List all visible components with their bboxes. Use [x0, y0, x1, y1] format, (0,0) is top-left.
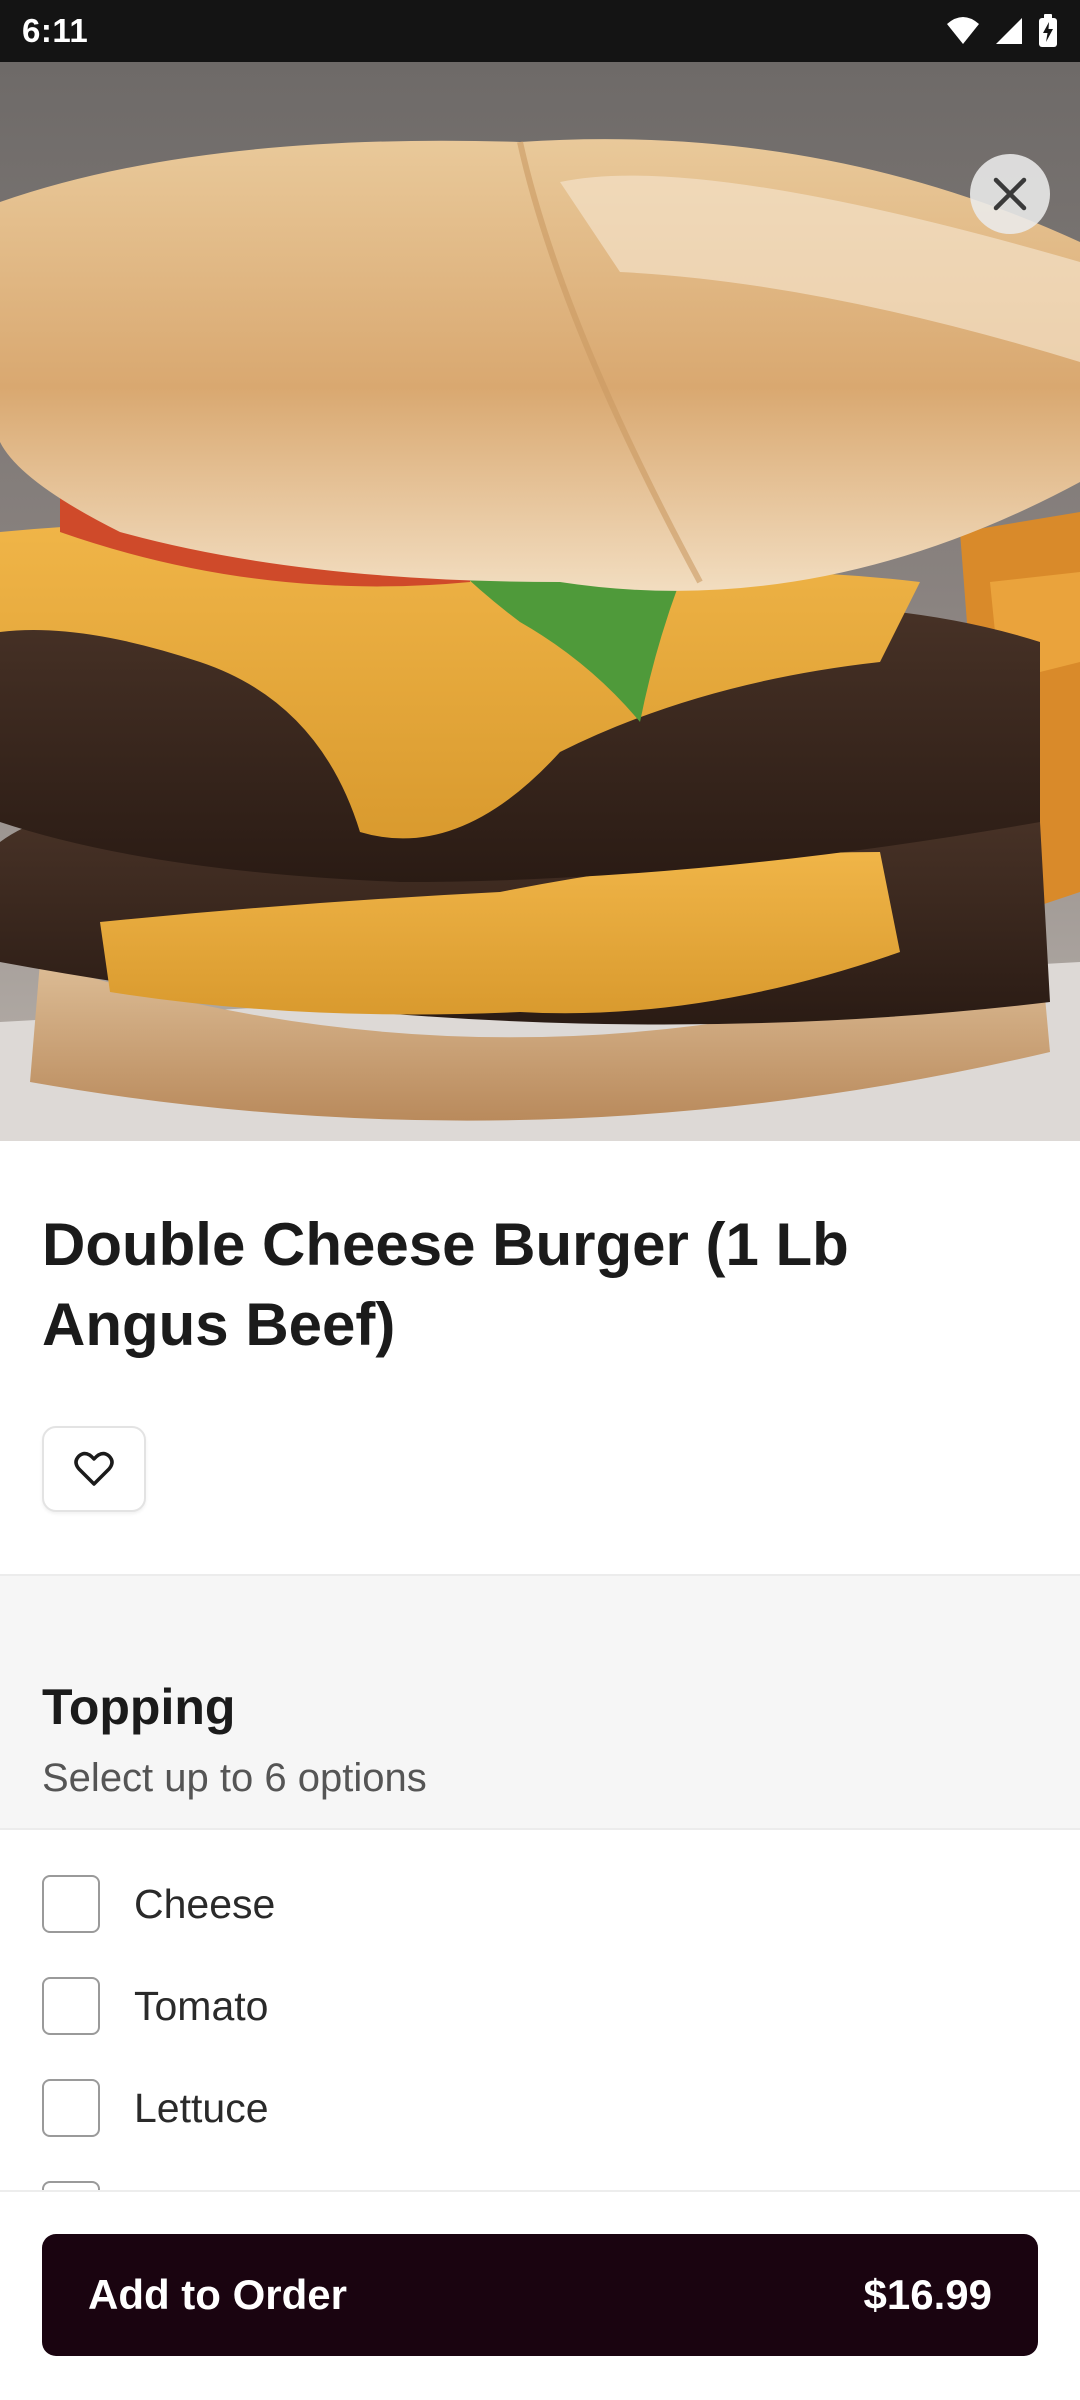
- price-label: $16.99: [863, 2271, 992, 2318]
- checkbox[interactable]: [42, 1977, 100, 2035]
- battery-charging-icon: [1039, 14, 1057, 47]
- favorite-button[interactable]: [42, 1426, 146, 1512]
- item-title: Double Cheese Burger (1 Lb Angus Beef): [42, 1211, 849, 1358]
- status-bar: 6:11: [0, 0, 1080, 62]
- add-to-order-button[interactable]: Add to Order $16.99: [42, 2234, 1038, 2356]
- option-label: Cheese: [134, 1880, 276, 1927]
- topping-section-header: Topping Select up to 6 options: [0, 1574, 1080, 1830]
- section-subtitle: Select up to 6 options: [42, 1756, 427, 1800]
- heart-icon: [74, 1451, 114, 1486]
- checkbox[interactable]: [42, 1875, 100, 1933]
- section-title: Topping: [42, 1679, 236, 1735]
- checkbox[interactable]: [42, 2079, 100, 2137]
- burger-photo: [0, 62, 1080, 1141]
- option-cheese[interactable]: Cheese: [42, 1874, 275, 1934]
- close-icon: [993, 177, 1027, 211]
- bottom-bar: Add to Order $16.99: [0, 2190, 1080, 2400]
- status-icons: [946, 14, 1058, 48]
- add-to-order-label: Add to Order: [88, 2271, 347, 2318]
- cellular-signal-icon: [996, 18, 1022, 44]
- option-label: Tomato: [134, 1982, 269, 2029]
- option-label: Lettuce: [134, 2084, 269, 2131]
- close-button[interactable]: [970, 154, 1050, 234]
- wifi-icon: [947, 17, 979, 44]
- option-lettuce[interactable]: Lettuce: [42, 2078, 269, 2138]
- option-tomato[interactable]: Tomato: [42, 1976, 268, 2036]
- status-time: 6:11: [22, 12, 89, 49]
